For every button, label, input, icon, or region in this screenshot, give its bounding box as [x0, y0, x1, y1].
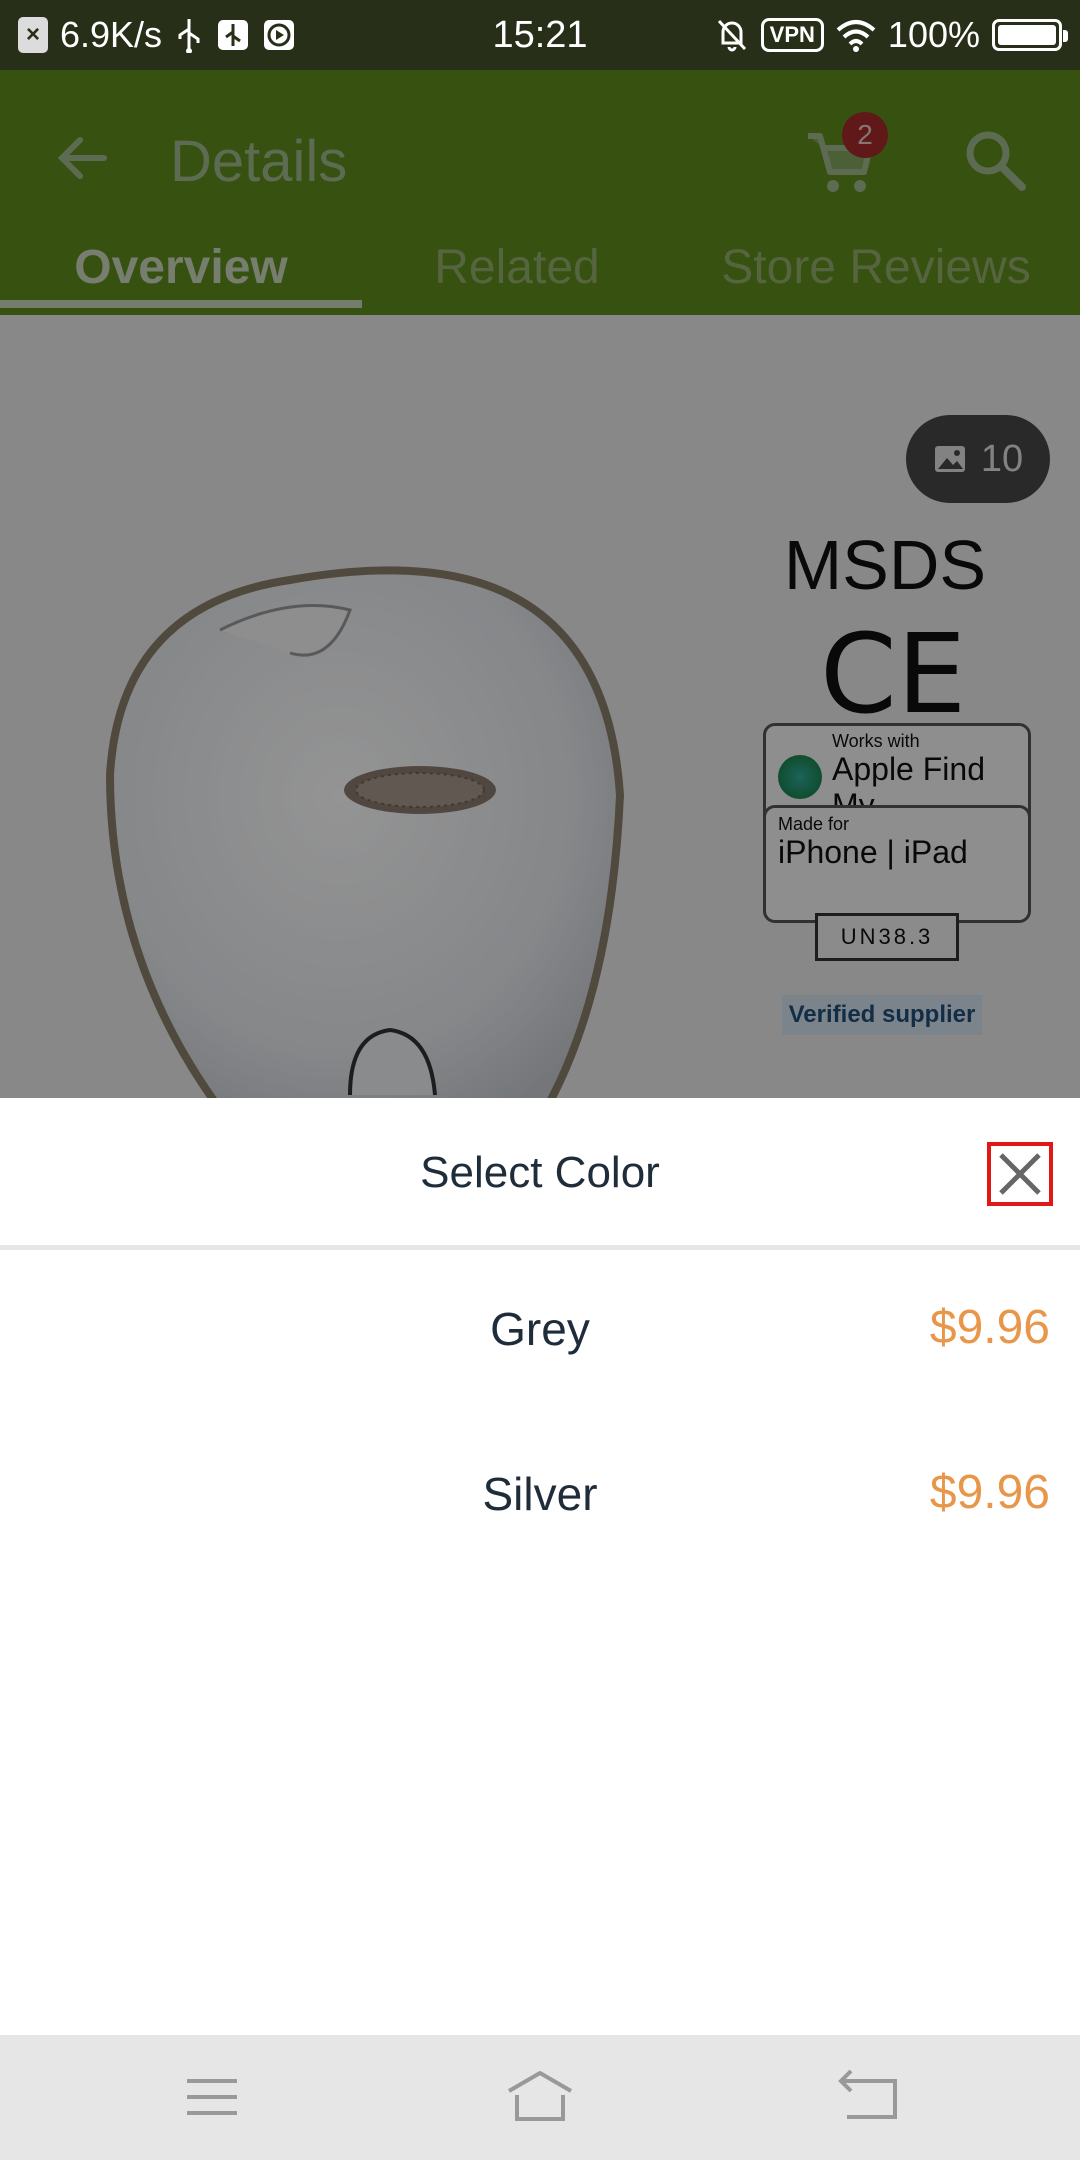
- modal-backdrop[interactable]: [0, 70, 1080, 1098]
- close-button[interactable]: [987, 1142, 1053, 1206]
- sheet-title: Select Color: [420, 1148, 660, 1197]
- vpn-badge: VPN: [760, 18, 824, 52]
- wifi-icon: [836, 20, 876, 52]
- menu-icon[interactable]: [177, 2065, 247, 2129]
- option-name: Grey: [490, 1303, 590, 1355]
- play-store-icon: [264, 20, 295, 50]
- mute-bell-icon: [717, 19, 746, 52]
- option-name: Silver: [482, 1468, 598, 1520]
- status-bar: × 6.9K/s 15:21 VPN 100%: [0, 0, 1080, 70]
- option-price: $9.96: [929, 1466, 1050, 1519]
- network-speed: 6.9K/s: [60, 14, 163, 55]
- option-price: $9.96: [929, 1301, 1050, 1354]
- close-icon: [999, 1153, 1041, 1195]
- system-nav-bar: [0, 2035, 1080, 2160]
- color-option-grey[interactable]: Grey $9.96: [0, 1250, 1080, 1415]
- battery-percent: 100%: [887, 14, 980, 55]
- usb-debug-icon: [218, 20, 249, 50]
- usb-icon: [178, 19, 200, 53]
- status-right: VPN 100%: [715, 14, 1068, 56]
- back-nav-icon[interactable]: [833, 2065, 903, 2129]
- color-option-silver[interactable]: Silver $9.96: [0, 1415, 1080, 1580]
- battery-icon: [992, 19, 1068, 51]
- notification-x-icon: ×: [18, 17, 48, 53]
- sheet-header: Select Color: [0, 1098, 1080, 1250]
- status-left: × 6.9K/s: [18, 14, 296, 56]
- select-color-sheet: Select Color Grey $9.96 Silver $9.96: [0, 1098, 1080, 2035]
- home-icon[interactable]: [505, 2065, 575, 2129]
